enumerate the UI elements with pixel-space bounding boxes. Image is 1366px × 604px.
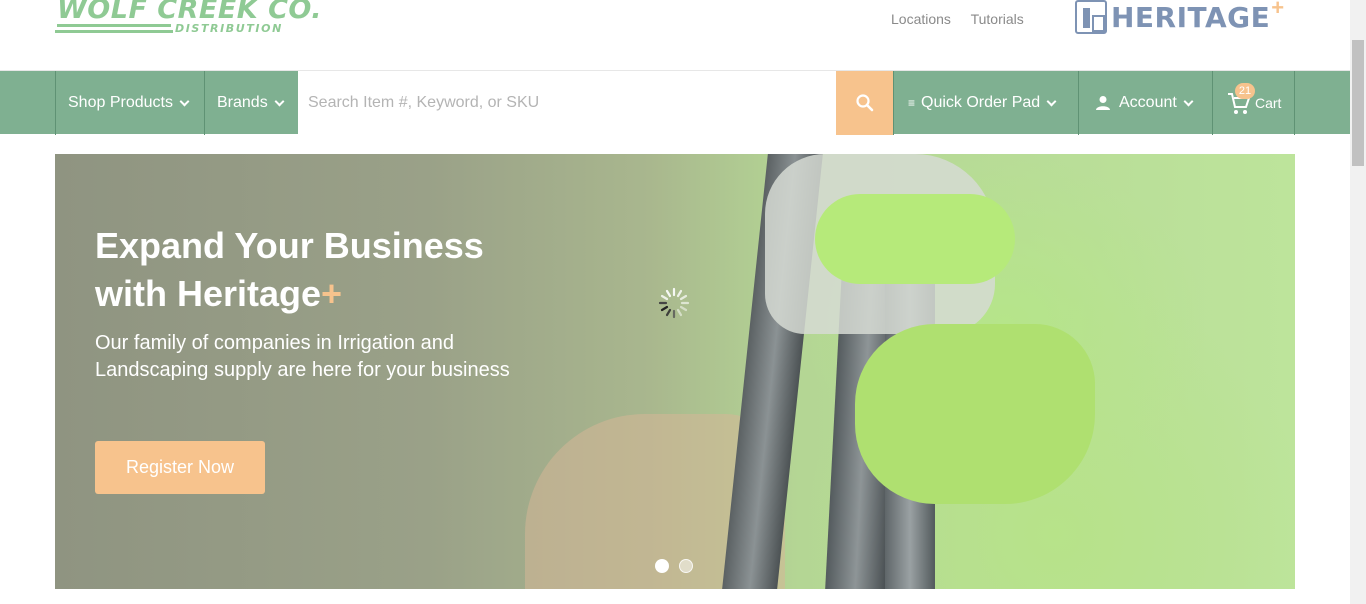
tutorials-link[interactable]: Tutorials (971, 11, 1024, 27)
logo-underline (55, 30, 173, 33)
page-scrollbar[interactable] (1350, 0, 1366, 604)
main-nav: Shop Products Brands ≡ Quick Order Pad A… (0, 70, 1350, 135)
chevron-down-icon (1183, 96, 1194, 106)
scrollbar-thumb[interactable] (1352, 40, 1364, 166)
account-label: Account (1119, 94, 1177, 111)
user-icon (1096, 96, 1110, 110)
chevron-down-icon (274, 96, 285, 106)
quick-order-pad-menu[interactable]: ≡ Quick Order Pad (893, 71, 1079, 135)
hero-image-glove (815, 194, 1015, 284)
nav-divider (1294, 71, 1295, 135)
chevron-down-icon (179, 96, 190, 106)
heritage-logo-text: HERITAGE (1111, 0, 1271, 34)
carousel-dot-1[interactable] (655, 559, 669, 573)
search-icon (855, 94, 873, 112)
logo-sub-text: DISTRIBUTION (175, 22, 283, 35)
search-button[interactable] (836, 71, 893, 135)
hero-subtitle: Our family of companies in Irrigation an… (95, 332, 510, 381)
carousel-dot-2[interactable] (679, 559, 693, 573)
shop-products-label: Shop Products (68, 94, 173, 111)
locations-link[interactable]: Locations (891, 11, 951, 27)
brands-menu[interactable]: Brands (204, 71, 298, 135)
list-icon: ≡ (908, 96, 916, 110)
cart-count-badge: 21 (1235, 83, 1255, 99)
cart-icon-wrap: 21 (1227, 83, 1255, 117)
hero-title: Expand Your Business with Heritage+ (95, 222, 565, 318)
logo-underline (57, 24, 171, 27)
chevron-down-icon (1046, 96, 1057, 106)
hero-image-glove (855, 324, 1095, 504)
account-menu[interactable]: Account (1078, 71, 1213, 135)
search-input[interactable] (298, 71, 836, 135)
heritage-logo[interactable]: HERITAGE + (1075, 0, 1284, 36)
heritage-mark-icon (1075, 0, 1107, 34)
cart-label: Cart (1255, 95, 1282, 111)
top-links: Locations Tutorials (891, 11, 1040, 27)
brands-label: Brands (217, 94, 268, 111)
loading-spinner-icon (658, 287, 690, 319)
register-now-button[interactable]: Register Now (95, 441, 265, 494)
hero-title-line2: with Heritage (95, 273, 322, 314)
carousel-dots (655, 559, 693, 573)
heritage-plus: + (1271, 0, 1285, 20)
search-box (298, 71, 836, 135)
site-header: WOLF CREEK CO. DISTRIBUTION Locations Tu… (0, 0, 1350, 70)
wolf-creek-logo[interactable]: WOLF CREEK CO. DISTRIBUTION (55, 0, 322, 38)
shop-products-menu[interactable]: Shop Products (55, 71, 205, 135)
hero-carousel: Expand Your Business with Heritage+ Our … (55, 154, 1295, 589)
hero-title-plus: + (321, 273, 343, 314)
cart-button[interactable]: 21 Cart (1212, 71, 1294, 135)
hero-title-line1: Expand Your Business (95, 225, 484, 266)
quick-order-label: Quick Order Pad (921, 94, 1041, 111)
